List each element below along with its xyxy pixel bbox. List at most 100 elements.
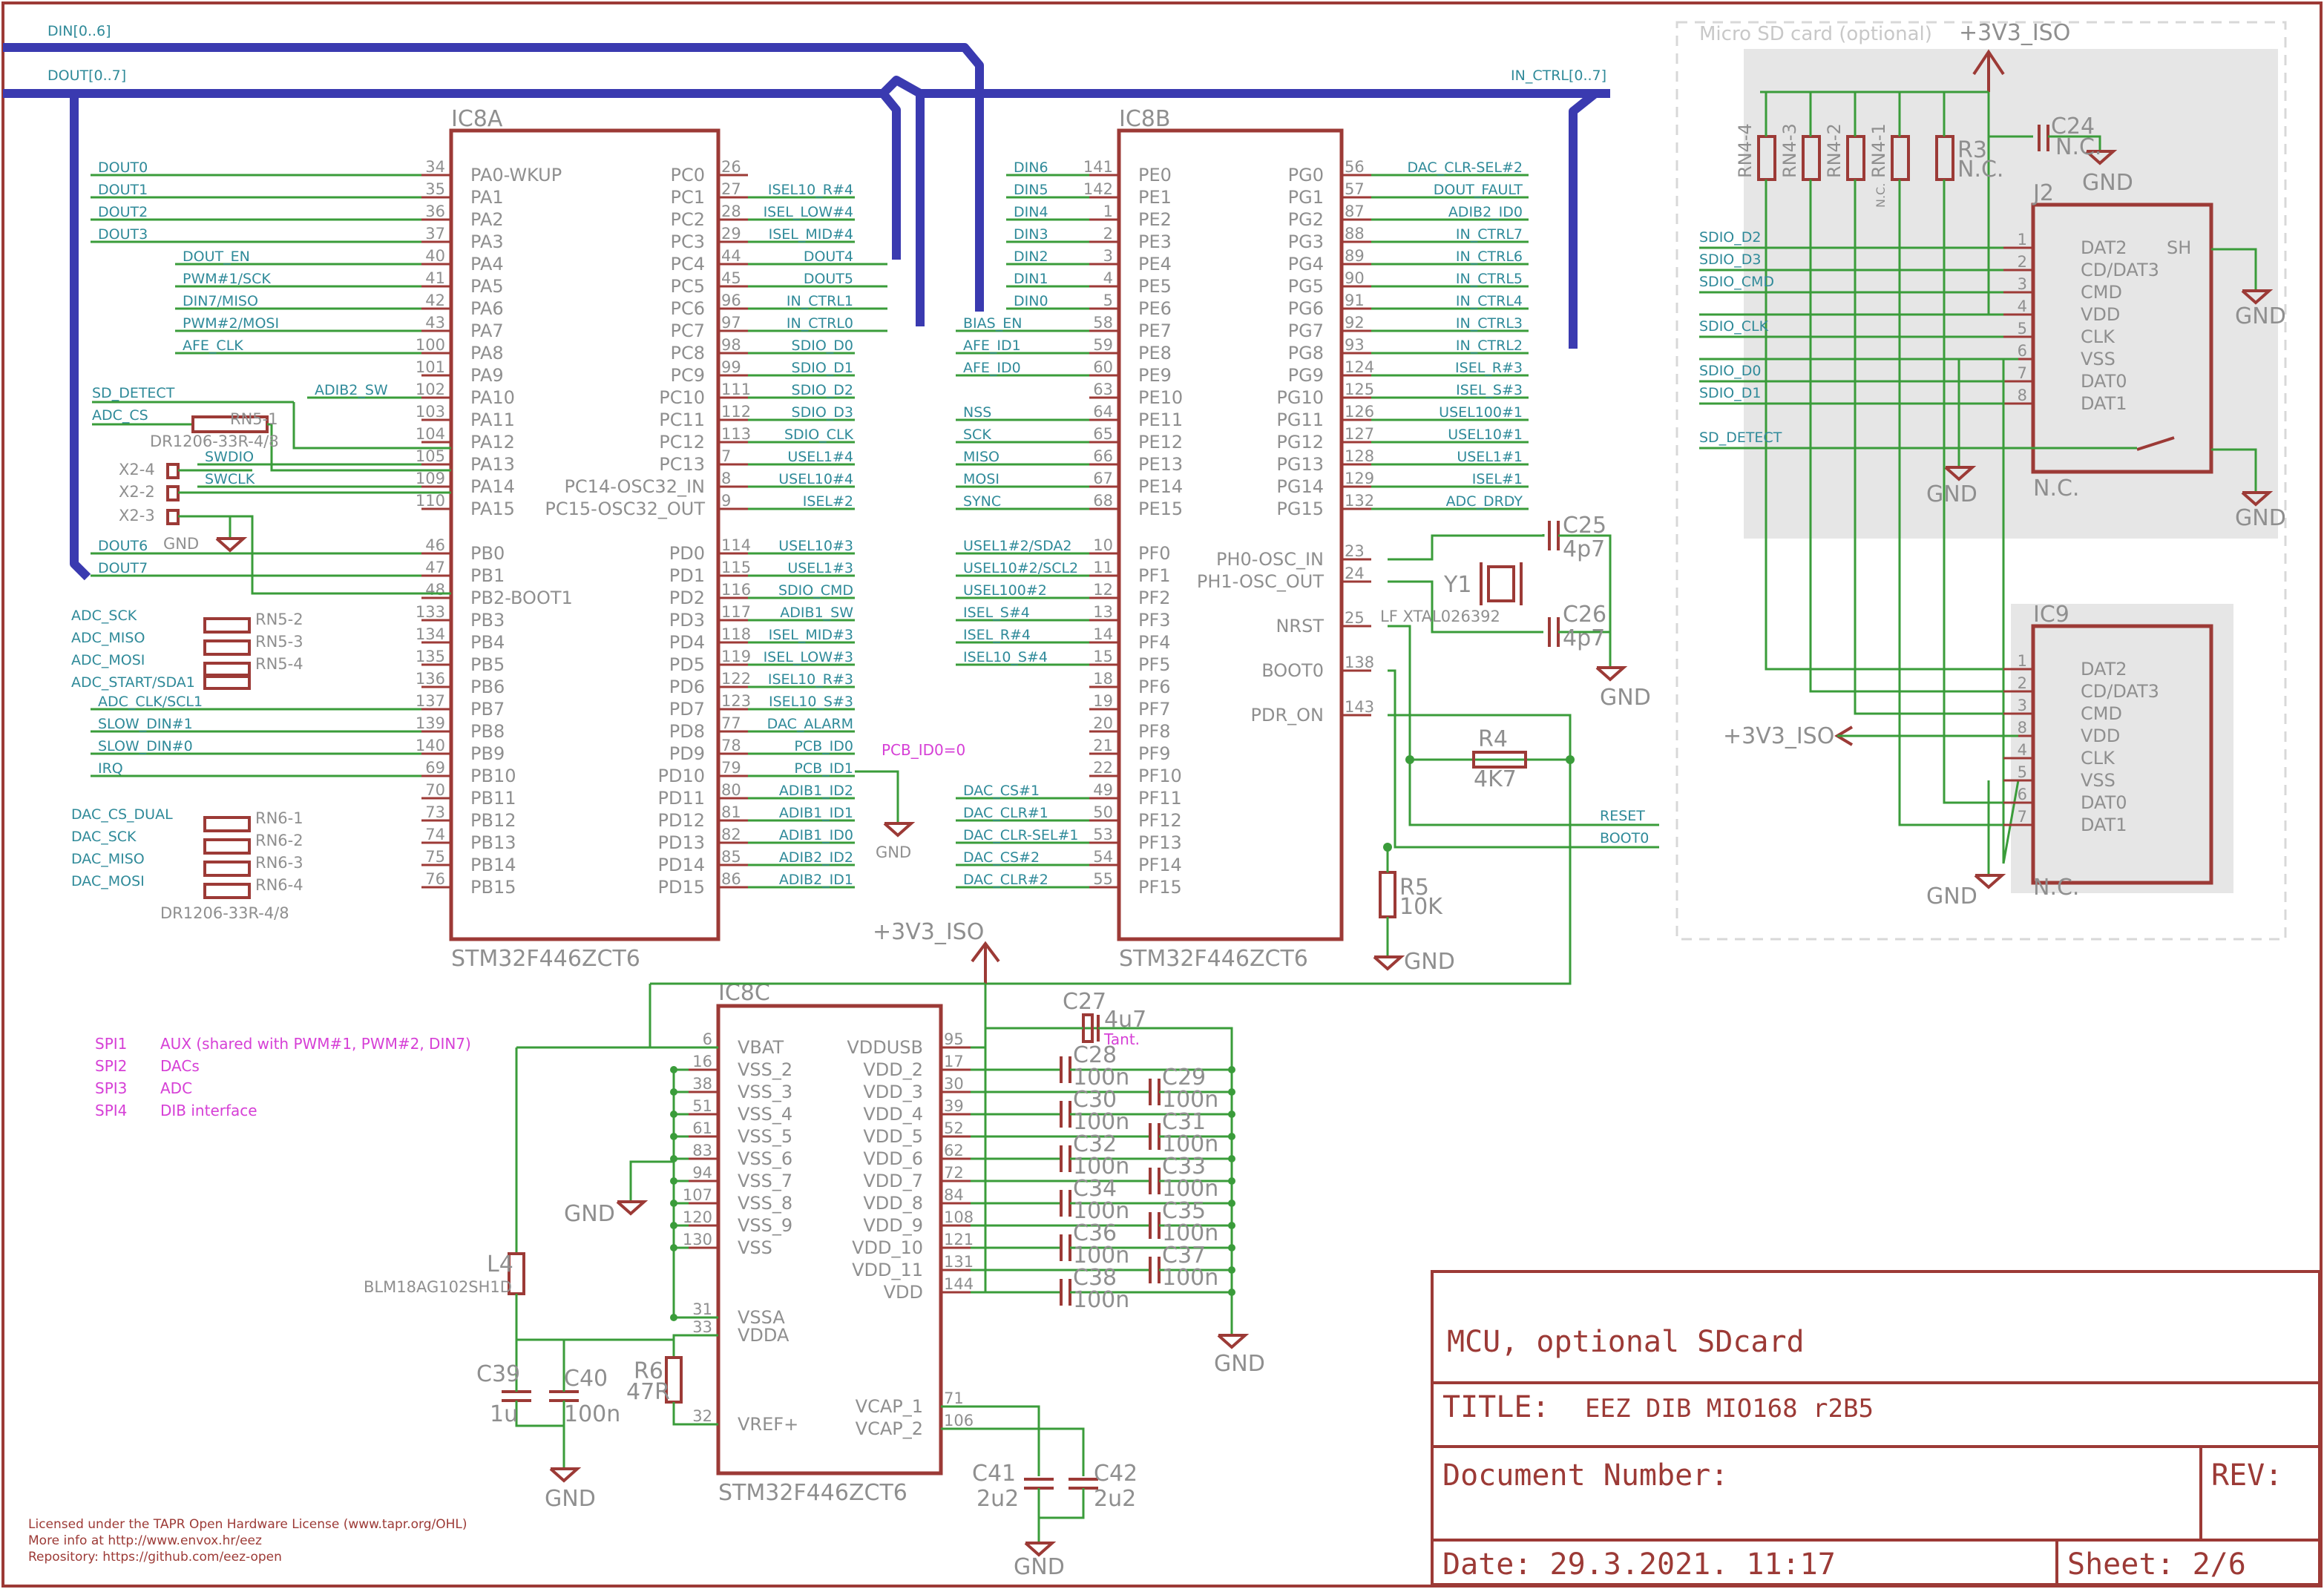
net-label: DIN0 — [1014, 293, 1048, 309]
net-label: SDIO_D3 — [792, 404, 853, 421]
pin-name: PG14 — [1276, 476, 1324, 497]
adc-mosi-net: ADC_MOSI — [71, 652, 145, 668]
pin-number: 15 — [1093, 648, 1113, 665]
net-label: ADIB2_SW — [315, 382, 388, 398]
pin-name: PC0 — [671, 165, 706, 185]
pin-name: PF2 — [1138, 588, 1171, 608]
pin-number: 143 — [1345, 698, 1374, 716]
net-label: SLOW_DIN#1 — [98, 716, 193, 732]
c41-val: 2u2 — [976, 1486, 1019, 1512]
pin-number: 24 — [1345, 565, 1365, 582]
pin-name: VCAP_1 — [856, 1396, 923, 1417]
pin-number: 2 — [1103, 225, 1113, 243]
rn6-part: DR1206-33R-4/8 — [160, 904, 289, 922]
pin-name: PE0 — [1138, 165, 1172, 185]
pin-number: 47 — [425, 559, 445, 576]
pin-number: 116 — [721, 581, 751, 599]
r4-val: 4K7 — [1474, 766, 1517, 792]
c26-ref: C26 — [1563, 602, 1606, 628]
dout-bus-right — [879, 91, 901, 260]
pin-number: 36 — [425, 203, 445, 220]
pin-name: PH1-OSC_OUT — [1197, 571, 1324, 592]
pin-number: 2 — [2018, 253, 2027, 271]
net-label: USEL100#2 — [963, 582, 1047, 599]
pin-number: 112 — [721, 403, 751, 421]
pin-name: PE2 — [1138, 209, 1172, 230]
pin-name: PB5 — [470, 654, 505, 675]
pin-number: 27 — [721, 180, 741, 198]
rn5-part: DR1206-33R-4/8 — [150, 432, 279, 450]
pin-name: PC2 — [671, 209, 706, 230]
net-label: IN_CTRL6 — [1456, 249, 1523, 265]
j2-gnd-label: GND — [1926, 481, 1977, 507]
pin-number: 25 — [1345, 609, 1365, 627]
pin-number: 76 — [425, 870, 445, 888]
pin-name: PC5 — [671, 276, 706, 297]
spi2-desc: DACs — [160, 1057, 200, 1075]
net-label: USEL1#2/SDA2 — [963, 538, 1072, 554]
net-label: DOUT2 — [98, 204, 148, 220]
license-line-1: Licensed under the TAPR Open Hardware Li… — [28, 1517, 467, 1532]
net-label: IN_CTRL5 — [1456, 271, 1523, 287]
net-label: ADC_CLK/SCL1 — [98, 694, 203, 710]
net-label: ADIB2_ID0 — [1448, 204, 1523, 220]
pin-name: PD7 — [669, 699, 705, 720]
pin-name: VREF+ — [738, 1414, 798, 1435]
pin-number: 52 — [944, 1119, 964, 1137]
pin-number: 34 — [425, 158, 445, 176]
net-label: ISEL_S#3 — [1456, 382, 1523, 398]
rn5-4-ref: RN5-4 — [255, 655, 303, 673]
net-label: DIN1 — [1014, 271, 1048, 287]
spi3-bus: SPI3 — [95, 1079, 127, 1097]
pin-name: PE1 — [1138, 187, 1172, 208]
gnd-symbol-pcbid — [883, 822, 916, 838]
pin-number: 85 — [721, 848, 741, 866]
pin-number: 118 — [721, 625, 751, 643]
pin-number: 2 — [2018, 674, 2027, 692]
x2-4-pad — [166, 463, 180, 479]
pin-name: PC9 — [671, 365, 706, 386]
tb-title-label: TITLE: — [1442, 1390, 1550, 1424]
pin-number: 3 — [1103, 247, 1113, 265]
pin-number: 96 — [721, 292, 741, 309]
tb-heading: MCU, optional SDcard — [1447, 1325, 1805, 1359]
pin-number: 3 — [2018, 697, 2027, 714]
pin-name: PC8 — [671, 343, 706, 363]
pin-name: PD14 — [658, 855, 706, 875]
pin-name: PB7 — [470, 699, 505, 720]
spi1-desc: AUX (shared with PWM#1, PWM#2, DIN7) — [160, 1035, 471, 1053]
pin-name: PB10 — [470, 766, 516, 786]
pin-name: PG12 — [1276, 432, 1324, 453]
pin-number: 65 — [1093, 425, 1113, 443]
license-line-3: Repository: https://github.com/eez-open — [28, 1550, 282, 1565]
sd-net-cmd: SDIO_CMD — [1699, 274, 1774, 290]
pin-name: PB6 — [470, 677, 505, 697]
pin-number: 103 — [416, 403, 445, 421]
rn5-resistors — [203, 617, 251, 690]
pin-name: PA13 — [470, 454, 515, 475]
pin-number: 73 — [425, 803, 445, 821]
pin-name: PB9 — [470, 743, 505, 764]
pin-number: 91 — [1345, 292, 1365, 309]
pin-number: 8 — [2018, 719, 2027, 737]
pin-name: PD5 — [669, 654, 705, 675]
dac-sck-net: DAC_SCK — [71, 829, 137, 845]
net-label: ISEL10_S#3 — [769, 694, 853, 710]
pin-number: 12 — [1093, 581, 1113, 599]
pin-number: 13 — [1093, 603, 1113, 621]
pin-number: 70 — [425, 781, 445, 799]
pin-name: VSS_5 — [738, 1126, 792, 1147]
c25-ref: C25 — [1563, 513, 1606, 539]
c24-gnd-label: GND — [2082, 170, 2133, 196]
net-label: SCK — [963, 427, 991, 443]
rn4-3-ref: RN4-3 — [1779, 123, 1800, 178]
pin-name: PG5 — [1288, 276, 1324, 297]
pin-number: 136 — [416, 670, 445, 688]
net-label: ADIB1_SW — [780, 605, 853, 621]
pin-name: PA2 — [470, 209, 504, 230]
pin-number: 26 — [721, 158, 741, 176]
pin-number: 5 — [2018, 763, 2027, 781]
pin-number: 10 — [1093, 536, 1113, 554]
pin-name: VDD_2 — [863, 1059, 923, 1080]
c40-val: 100n — [564, 1401, 620, 1427]
